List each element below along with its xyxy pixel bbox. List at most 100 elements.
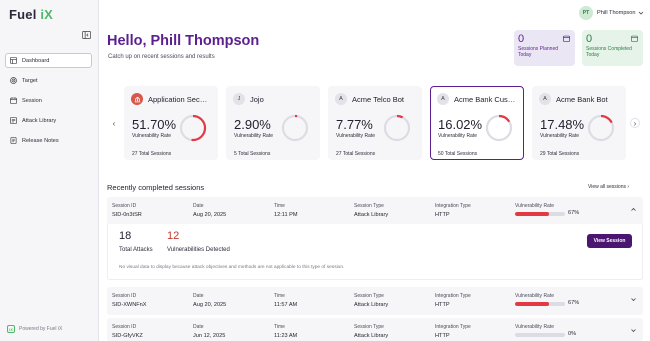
carousel-prev-button[interactable]: ‹ <box>109 118 119 128</box>
calendar-icon <box>10 97 17 104</box>
target-card[interactable]: A Acme Bank Bot 17.48% Vulnerability Rat… <box>532 86 626 160</box>
target-name: Jojo <box>250 94 264 104</box>
library-icon <box>10 117 17 124</box>
stat-label-line: Today <box>586 52 600 58</box>
time-cell: Time 11:23 AM <box>274 324 297 339</box>
chevron-down-icon[interactable] <box>630 296 637 303</box>
sidebar-item-label: Attack Library <box>22 117 57 124</box>
vulnerability-rate-label: Vulnerability Rate <box>540 133 580 139</box>
session-id-cell: Session ID SID-GfyVKZ <box>112 324 143 339</box>
cell-value: SID-0n3tSR <box>112 212 142 218</box>
sidebar-collapse-icon[interactable] <box>82 31 91 39</box>
cell-value: HTTP <box>435 333 450 339</box>
column-header: Integration Type <box>435 203 471 209</box>
target-avatar: A <box>335 93 347 105</box>
cell-value: 11:57 AM <box>274 302 298 308</box>
target-avatar: J <box>233 93 245 105</box>
chevron-up-icon[interactable] <box>630 206 637 213</box>
total-sessions: 29 Total Sessions <box>540 151 580 157</box>
sidebar-item-attack-library[interactable]: Attack Library <box>5 113 92 128</box>
target-name: Acme Bank Bot <box>556 94 608 104</box>
table-row-header[interactable]: Session ID SID-GfyVKZ Date Jun 12, 2025 … <box>107 318 643 341</box>
vulnerability-rate-bar-fill <box>515 302 549 306</box>
column-header: Date <box>193 203 204 209</box>
session-type-cell: Session Type Attack Library <box>354 324 388 339</box>
vulnerability-rate-value: 7.77% <box>336 117 373 132</box>
sidebar-item-label: Target <box>22 77 38 84</box>
time-cell: Time 11:57 AM <box>274 293 297 308</box>
integration-type-cell: Integration Type HTTP <box>435 293 471 308</box>
view-session-button[interactable]: View Session <box>587 234 632 248</box>
column-header: Session ID <box>112 293 137 299</box>
no-visual-data-message: No visual data to display because attack… <box>119 265 345 270</box>
carousel-next-button[interactable]: › <box>630 118 640 128</box>
date-cell: Date Aug 20, 2025 <box>193 203 226 218</box>
vulnerability-ring-chart <box>179 114 207 142</box>
cell-value: Attack Library <box>354 212 389 218</box>
user-name: Phill Thompson <box>597 10 636 16</box>
date-cell: Date Jun 12, 2025 <box>193 324 225 339</box>
table-row-header[interactable]: Session ID SID-XWNFnX Date Aug 20, 2025 … <box>107 287 643 315</box>
column-header: Vulnerability Rate <box>515 203 555 209</box>
table-row[interactable]: Session ID SID-GfyVKZ Date Jun 12, 2025 … <box>107 318 643 341</box>
vulnerability-rate-percent: 0% <box>568 331 577 337</box>
avatar: PT <box>579 6 593 20</box>
column-header: Date <box>193 324 204 330</box>
table-row[interactable]: Session ID SID-XWNFnX Date Aug 20, 2025 … <box>107 287 643 315</box>
cell-value: Aug 20, 2025 <box>193 302 227 308</box>
target-card[interactable]: A Acme Telco Bot 7.77% Vulnerability Rat… <box>328 86 422 160</box>
column-header: Integration Type <box>435 293 471 299</box>
integration-type-cell: Integration Type HTTP <box>435 324 471 339</box>
vulnerability-rate-bar <box>515 212 565 216</box>
sidebar-item-session[interactable]: Session <box>5 93 92 108</box>
column-header: Date <box>193 293 204 299</box>
column-header: Session Type <box>354 293 384 299</box>
total-sessions: 27 Total Sessions <box>132 151 172 157</box>
column-header: Time <box>274 293 285 299</box>
view-all-sessions-link[interactable]: View all sessions › <box>588 184 629 190</box>
sidebar-item-target[interactable]: Target <box>5 73 92 88</box>
sidebar-item-release-notes[interactable]: Release Notes <box>5 133 92 148</box>
vulnerability-rate-cell: Vulnerability Rate <box>515 203 554 209</box>
total-sessions: 27 Total Sessions <box>336 151 376 157</box>
ring-track <box>281 114 309 142</box>
sessions-planned-label: Sessions Planned Today <box>518 46 571 58</box>
vulnerabilities-detected-value: 12 <box>167 230 180 242</box>
sessions-completed-today-card: 0 Sessions Completed Today <box>582 30 643 66</box>
vulnerability-rate-value: 51.70% <box>132 117 177 132</box>
integration-type-cell: Integration Type HTTP <box>435 203 471 218</box>
vulnerability-ring-chart <box>485 114 513 142</box>
column-header: Session ID <box>112 203 137 209</box>
user-menu[interactable]: PT Phill Thompson <box>579 6 644 20</box>
vulnerability-ring-chart <box>281 114 309 142</box>
calendar-check-icon <box>631 35 638 42</box>
fuel-ix-logo[interactable]: Fuel iX <box>9 7 53 22</box>
column-header: Session ID <box>112 324 137 330</box>
vulnerability-rate-percent: 67% <box>568 210 580 216</box>
target-card[interactable]: J Jojo 2.90% Vulnerability Rate 5 Total … <box>226 86 320 160</box>
target-card-selected[interactable]: A Acme Bank Custo... 16.02% Vulnerabilit… <box>430 86 524 160</box>
sidebar-nav: Dashboard Target Session Attack Library … <box>5 53 92 153</box>
column-header: Vulnerability Rate <box>515 324 555 330</box>
vulnerability-rate-percent: 67% <box>568 300 580 306</box>
table-row[interactable]: Session ID SID-0n3tSR Date Aug 20, 2025 … <box>107 197 643 280</box>
session-id-cell: Session ID SID-XWNFnX <box>112 293 147 308</box>
sidebar-item-dashboard[interactable]: Dashboard <box>5 53 92 68</box>
chevron-down-icon[interactable] <box>630 327 637 334</box>
cell-value: SID-GfyVKZ <box>112 333 143 339</box>
target-card[interactable]: Application Securi... 51.70% Vulnerabili… <box>124 86 218 160</box>
vulnerability-ring-chart <box>587 114 615 142</box>
sessions-planned-today-card: 0 Sessions Planned Today <box>514 30 575 66</box>
vulnerability-rate-label: Vulnerability Rate <box>234 133 274 139</box>
session-type-cell: Session Type Attack Library <box>354 293 388 308</box>
notes-icon <box>10 137 17 144</box>
target-icon <box>10 77 17 84</box>
vulnerability-rate-label: Vulnerability Rate <box>438 133 478 139</box>
total-attacks-label: Total Attacks <box>119 247 153 253</box>
vulnerabilities-detected-label: Vulnerabilities Detected <box>167 247 230 253</box>
logo-text: Fuel <box>9 7 37 22</box>
vulnerability-ring-chart <box>383 114 411 142</box>
table-row-header[interactable]: Session ID SID-0n3tSR Date Aug 20, 2025 … <box>107 197 643 225</box>
column-header: Time <box>274 324 285 330</box>
sidebar: Fuel iX Dashboard Target Session Attack … <box>0 0 99 341</box>
